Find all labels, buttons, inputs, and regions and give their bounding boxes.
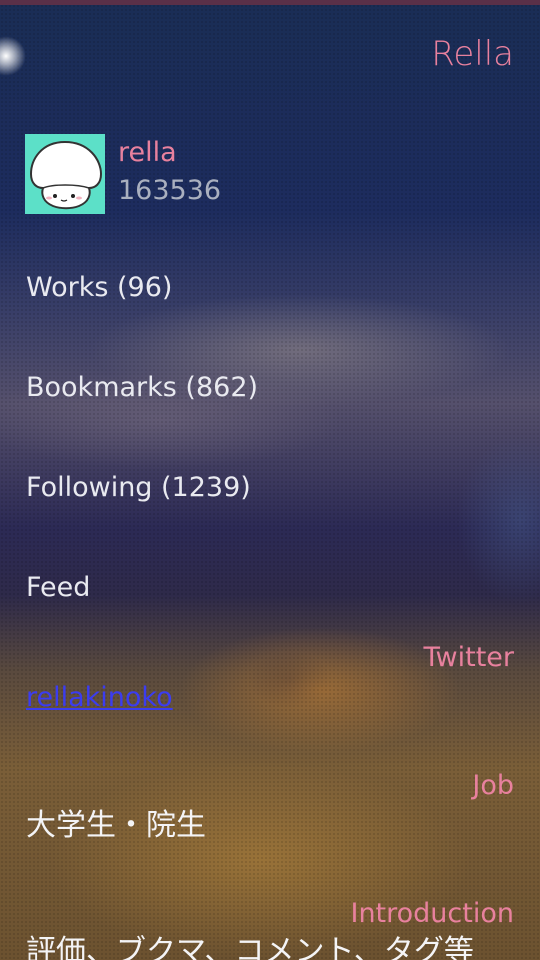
menu-item-following[interactable]: Following (1239) <box>26 470 251 506</box>
job-value: 大学生・院生 <box>26 808 206 843</box>
introduction-text: 評価、ブクマ、コメント、タグ等 <box>26 934 474 960</box>
mushroom-avatar-icon <box>29 140 103 210</box>
menu-item-feed[interactable]: Feed <box>26 570 90 606</box>
introduction-label: Introduction <box>350 898 514 929</box>
status-strip <box>0 0 540 5</box>
menu-item-works[interactable]: Works (96) <box>26 270 172 306</box>
page-title: Rella <box>431 34 514 74</box>
menu-item-bookmarks[interactable]: Bookmarks (862) <box>26 370 258 406</box>
profile-screen: Rella rella 163536 Works (96) Bookmarks … <box>0 0 540 960</box>
user-id: 163536 <box>118 175 222 206</box>
job-label: Job <box>472 770 514 801</box>
profile-header: rella 163536 <box>25 134 221 214</box>
username: rella <box>118 137 177 168</box>
profile-text: rella 163536 <box>118 134 221 210</box>
twitter-label: Twitter <box>423 642 515 673</box>
twitter-link[interactable]: rellakinoko <box>26 680 173 716</box>
avatar[interactable] <box>25 134 105 214</box>
